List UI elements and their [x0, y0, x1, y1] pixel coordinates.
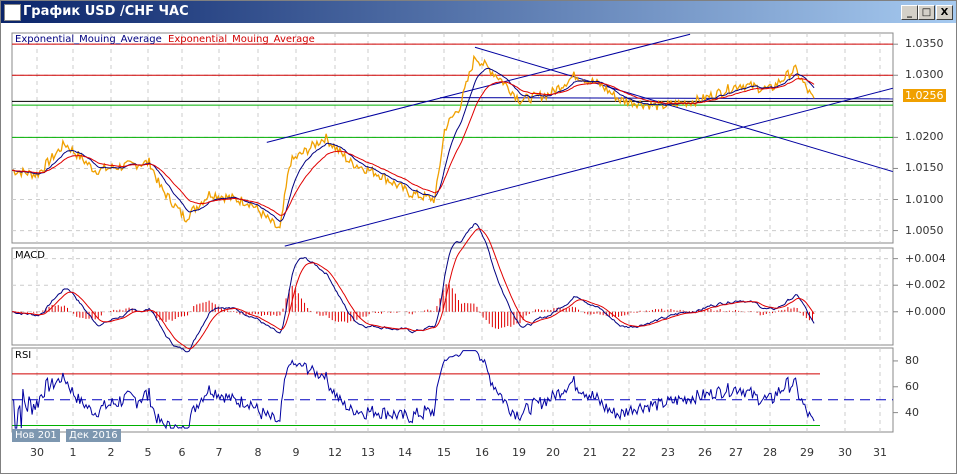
day-tick-label: 22 [622, 446, 636, 459]
day-tick-label: 27 [729, 446, 743, 459]
day-tick-label: 5 [144, 446, 152, 459]
day-tick-label: 26 [698, 446, 712, 459]
day-tick-label: 29 [800, 446, 814, 459]
day-tick-label: 7 [215, 446, 223, 459]
day-tick-label: 31 [873, 446, 887, 459]
day-tick-label: 23 [661, 446, 675, 459]
rsi-axis-label: 80 [905, 353, 919, 367]
price-axis-label: 1.0150 [905, 161, 944, 175]
rsi-axis-label: 60 [905, 379, 919, 393]
price-axis-label: 1.0100 [905, 192, 944, 206]
macd-axis-label: +0.000 [905, 304, 946, 318]
day-tick-label: 12 [328, 446, 342, 459]
macd-axis-label: +0.002 [905, 278, 946, 292]
day-tick-label: 30 [30, 446, 44, 459]
day-tick-label: 20 [546, 446, 560, 459]
day-tick-label: 30 [838, 446, 852, 459]
panel-frame [11, 32, 894, 244]
day-tick-label: 16 [475, 446, 489, 459]
day-tick-label: 19 [512, 446, 526, 459]
day-tick-label: 14 [398, 446, 412, 459]
day-tick-label: 6 [178, 446, 186, 459]
legend-ema-slow: Exponential_Mouing_Average [168, 34, 315, 45]
day-tick-label: 1 [69, 446, 77, 459]
day-tick-label: 9 [292, 446, 300, 459]
day-tick-label: 15 [437, 446, 451, 459]
day-tick-label: 13 [361, 446, 375, 459]
day-tick-label: 28 [763, 446, 777, 459]
month-label-dec: Дек 2016 [66, 429, 121, 442]
price-axis-label: 1.0300 [905, 68, 944, 82]
price-axis-label: 1.0200 [905, 130, 944, 144]
price-chart[interactable] [0, 0, 957, 474]
macd-label: MACD [15, 250, 45, 261]
current-price-tag: 1.0256 [903, 89, 946, 102]
rsi-label: RSI [15, 350, 32, 361]
price-axis-label: 1.0350 [905, 37, 944, 51]
rsi-axis-label: 40 [905, 405, 919, 419]
panel-frame [11, 347, 894, 433]
day-tick-label: 21 [583, 446, 597, 459]
legend-ema-fast: Exponential_Mouing_Average [15, 34, 162, 45]
price-axis-label: 1.0050 [905, 223, 944, 237]
month-label-nov: Нов 201 [12, 429, 60, 442]
macd-axis-label: +0.004 [905, 251, 946, 265]
day-tick-label: 2 [107, 446, 115, 459]
day-tick-label: 8 [254, 446, 262, 459]
